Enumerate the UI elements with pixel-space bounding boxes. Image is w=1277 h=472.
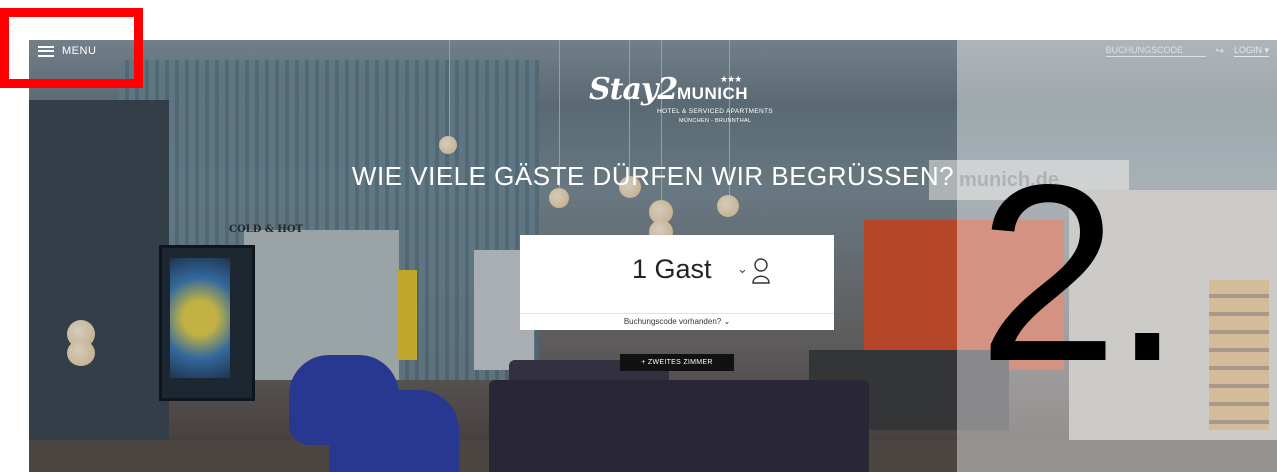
login-button[interactable]: LOGIN ▾ — [1233, 45, 1269, 57]
hotel-logo[interactable]: Stay2 MUNICH ★★★ HOTEL & SERVICED APARTM… — [589, 68, 779, 128]
logo-stars: ★★★ — [720, 74, 742, 84]
chevron-down-icon: ⌄ — [723, 317, 731, 326]
login-arrow-icon: ↪ — [1215, 45, 1224, 57]
user-icon — [752, 258, 770, 284]
logo-subtitle: HOTEL & SERVICED APARTMENTS — [657, 108, 773, 115]
highlight-box — [0, 8, 143, 88]
chevron-down-icon[interactable]: ⌄ — [737, 261, 748, 277]
booking-code-prompt: Buchungscode vorhanden? — [623, 317, 722, 326]
top-right-nav: BUCHUNGSCODE ↪ LOGIN ▾ — [1105, 45, 1269, 57]
booking-code-toggle[interactable]: Buchungscode vorhanden? ⌄ — [520, 313, 834, 330]
guest-selector[interactable]: 1 Gast ⌄ — [520, 235, 834, 313]
guest-count: 1 Gast — [632, 254, 712, 284]
logo-location: MÜNCHEN - BRUNNTHAL — [679, 118, 752, 124]
add-second-room-button[interactable]: + ZWEITES ZIMMER — [620, 354, 734, 371]
booking-code-link[interactable]: BUCHUNGSCODE — [1105, 45, 1206, 57]
logo-city: MUNICH — [677, 84, 748, 103]
step-number-annotation: 2. — [978, 133, 1182, 414]
login-label: LOGIN — [1233, 45, 1262, 55]
logo-script: Stay2 — [589, 72, 678, 107]
